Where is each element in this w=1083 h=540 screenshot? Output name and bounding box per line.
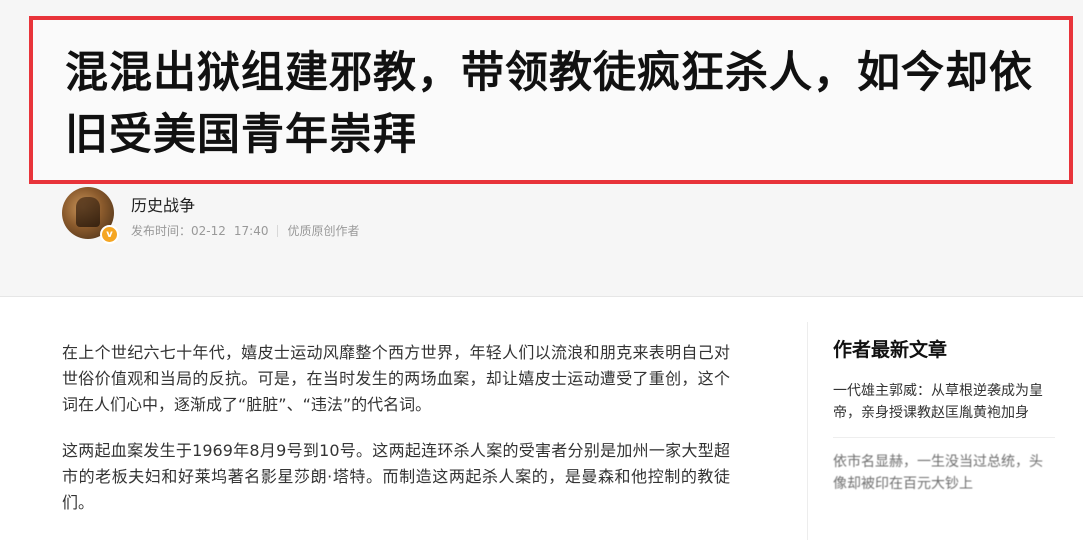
author-badge: 优质原创作者 (287, 224, 360, 238)
article-meta: 发布时间：02-12 17:40 优质原创作者 (131, 222, 359, 239)
article-title: 混混出狱组建邪教，带领教徒疯狂杀人，如今却依旧受美国青年崇拜 (65, 48, 1033, 160)
title-highlight-box: 混混出狱组建邪教，带领教徒疯狂杀人，如今却依旧受美国青年崇拜 (29, 16, 1073, 184)
article-paragraph: 这两起血案发生于1969年8月9号到10号。这两起连环杀人案的受害者分别是加州一… (62, 441, 730, 512)
meta-divider (277, 224, 279, 237)
author-latest-sidebar: 作者最新文章 一代雄主郭威：从草根逆袭成为皇帝，亲身授课教赵匡胤黄袍加身 依市名… (833, 336, 1055, 521)
sidebar-divider (807, 322, 808, 540)
sidebar-title: 作者最新文章 (833, 339, 948, 361)
sidebar-article-link[interactable]: 依市名显赫，一生没当过总统，头像却被印在百元大钞上 (833, 451, 1055, 508)
publish-time: 17:40 (233, 223, 269, 238)
publish-time-label: 发布时间：02-12 (131, 224, 226, 238)
sidebar-article-link[interactable]: 一代雄主郭威：从草根逆袭成为皇帝，亲身授课教赵匡胤黄袍加身 (833, 380, 1055, 438)
article-body: 在上个世纪六七十年代，嬉皮士运动风靡整个西方世界，年轻人们以流浪和朋克来表明自己… (62, 340, 730, 536)
verified-v-icon: v (100, 225, 119, 244)
article-paragraph: 在上个世纪六七十年代，嬉皮士运动风靡整个西方世界，年轻人们以流浪和朋克来表明自己… (62, 343, 730, 414)
article-page: 混混出狱组建邪教，带领教徒疯狂杀人，如今却依旧受美国青年崇拜 v 历史战争 发布… (0, 0, 1083, 540)
author-name[interactable]: 历史战争 (131, 192, 195, 216)
avatar-image (76, 197, 100, 227)
